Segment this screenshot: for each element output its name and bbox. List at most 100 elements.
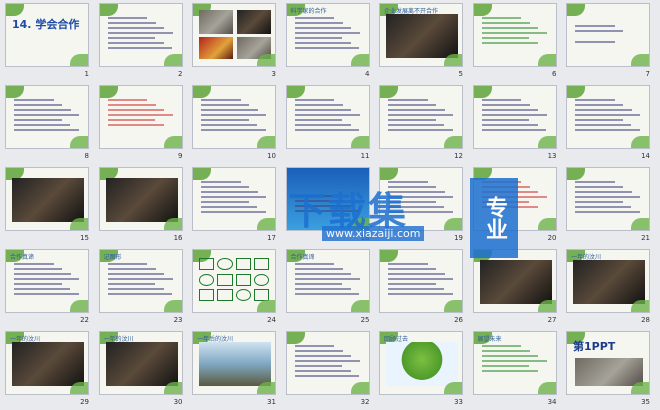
slide-background xyxy=(567,168,649,230)
slide-thumbnail[interactable]: 第1PPT xyxy=(566,331,650,395)
slide-thumbnail[interactable] xyxy=(472,249,557,313)
slide-number: 15 xyxy=(80,234,89,242)
slide-background: 14. 学会合作 xyxy=(6,4,88,66)
slide-thumbnail[interactable]: 一年的汶川 xyxy=(5,331,89,395)
slide-thumbnail[interactable]: 企业发展离不开合作 xyxy=(379,3,463,67)
slide-text-lines xyxy=(14,260,80,298)
slide-thumbnail[interactable] xyxy=(192,249,276,313)
slide-thumbnail[interactable]: 一年的汶川 xyxy=(566,249,650,313)
slide-thumbnail[interactable]: 展望未来 xyxy=(472,331,557,395)
slide-background xyxy=(6,168,88,230)
slide-thumbnail[interactable]: 合作真谛 xyxy=(5,249,89,313)
slide-number: 29 xyxy=(80,398,89,406)
slide-background xyxy=(286,332,369,394)
slide-text-lines xyxy=(107,96,174,129)
slide-number: 16 xyxy=(173,234,183,242)
slide-thumbnail[interactable] xyxy=(5,167,89,231)
slide-background xyxy=(567,4,649,66)
slide-logo: 第1PPT xyxy=(573,340,616,353)
slide-background: 一年后的汶川 xyxy=(193,332,275,394)
slide-number: 8 xyxy=(84,152,89,160)
slide-background: 合作真谛 xyxy=(6,250,88,312)
slide-photo xyxy=(386,14,458,58)
slide-number: 35 xyxy=(641,398,650,406)
slide-thumbnail[interactable] xyxy=(472,85,557,149)
slide-number: 33 xyxy=(454,398,463,406)
slide-thumbnail[interactable] xyxy=(566,167,650,231)
slide-number: 19 xyxy=(454,234,463,242)
slide-thumbnail[interactable]: 一年的汶川 xyxy=(98,331,183,395)
slide-shapes xyxy=(199,258,269,302)
slide-title: 14. 学会合作 xyxy=(12,18,80,31)
slide-background xyxy=(380,86,462,148)
slide-number: 14 xyxy=(641,152,650,160)
slide-thumbnail[interactable] xyxy=(285,85,370,149)
slide-background xyxy=(99,86,182,148)
slide-photo xyxy=(386,342,458,386)
slide-thumbnail[interactable] xyxy=(5,85,89,149)
slide-thumbnail[interactable] xyxy=(472,3,557,67)
slide-number: 12 xyxy=(454,152,463,160)
slide-background xyxy=(473,86,556,148)
slide-number: 24 xyxy=(267,316,276,324)
slide-number: 1 xyxy=(84,70,89,78)
slide-thumbnail[interactable] xyxy=(192,167,276,231)
slide-thumbnail[interactable]: 合作真谛 xyxy=(285,249,370,313)
watermark-badge: 专业 xyxy=(470,178,518,258)
slide-number: 22 xyxy=(80,316,89,324)
slide-text-lines xyxy=(201,178,267,216)
slide-background: 科学家的合作 xyxy=(286,4,369,66)
slide-thumbnail[interactable] xyxy=(566,85,650,149)
slide-background: 第1PPT xyxy=(567,332,649,394)
slide-thumbnail[interactable]: 科学家的合作 xyxy=(285,3,370,67)
slide-number: 32 xyxy=(360,398,370,406)
slide-text-lines xyxy=(294,260,361,298)
slide-number: 28 xyxy=(641,316,650,324)
slide-text-lines xyxy=(575,178,641,216)
slide-photo xyxy=(237,10,271,34)
slide-background xyxy=(193,168,275,230)
slide-photo xyxy=(237,37,271,59)
slide-text-lines xyxy=(107,14,174,52)
slide-photo xyxy=(105,342,178,386)
slide-thumbnail[interactable] xyxy=(98,3,183,67)
slide-photo xyxy=(199,342,271,386)
slide-number: 5 xyxy=(458,70,463,78)
slide-background: 一年的汶川 xyxy=(99,332,182,394)
slide-thumbnail[interactable] xyxy=(192,85,276,149)
slide-text-lines xyxy=(575,96,641,134)
slide-photo xyxy=(199,37,233,59)
slide-photo xyxy=(479,260,552,304)
slide-photo xyxy=(12,178,84,222)
slide-thumbnail[interactable]: 14. 学会合作 xyxy=(5,3,89,67)
slide-photo xyxy=(575,358,643,386)
slide-number: 10 xyxy=(267,152,276,160)
slide-thumbnail[interactable]: 记图形 xyxy=(98,249,183,313)
slide-text-lines xyxy=(575,38,641,46)
slide-thumbnail[interactable] xyxy=(379,249,463,313)
slide-photo xyxy=(199,10,233,34)
slide-thumbnail[interactable] xyxy=(285,331,370,395)
slide-number: 25 xyxy=(360,316,370,324)
slide-background xyxy=(380,250,462,312)
slide-thumbnail[interactable] xyxy=(98,167,183,231)
slide-background: 一年的汶川 xyxy=(567,250,649,312)
slide-background: 回顾过去 xyxy=(380,332,462,394)
slide-thumbnail[interactable] xyxy=(379,85,463,149)
slide-number: 17 xyxy=(267,234,276,242)
slide-text-lines xyxy=(481,14,548,47)
slide-thumbnail[interactable]: 回顾过去 xyxy=(379,331,463,395)
slide-number: 30 xyxy=(173,398,183,406)
slide-thumbnail[interactable]: 一年后的汶川 xyxy=(192,331,276,395)
watermark-url: www.xiazaiji.com xyxy=(322,226,425,241)
slide-thumbnail[interactable] xyxy=(98,85,183,149)
slide-number: 20 xyxy=(547,234,557,242)
slide-background xyxy=(286,86,369,148)
slide-background xyxy=(193,86,275,148)
slide-thumbnail[interactable] xyxy=(192,3,276,67)
slide-thumbnail[interactable] xyxy=(566,3,650,67)
slide-text-lines xyxy=(388,260,454,298)
slide-text-lines xyxy=(575,22,641,35)
slide-number: 23 xyxy=(173,316,183,324)
slide-text-lines xyxy=(388,96,454,134)
